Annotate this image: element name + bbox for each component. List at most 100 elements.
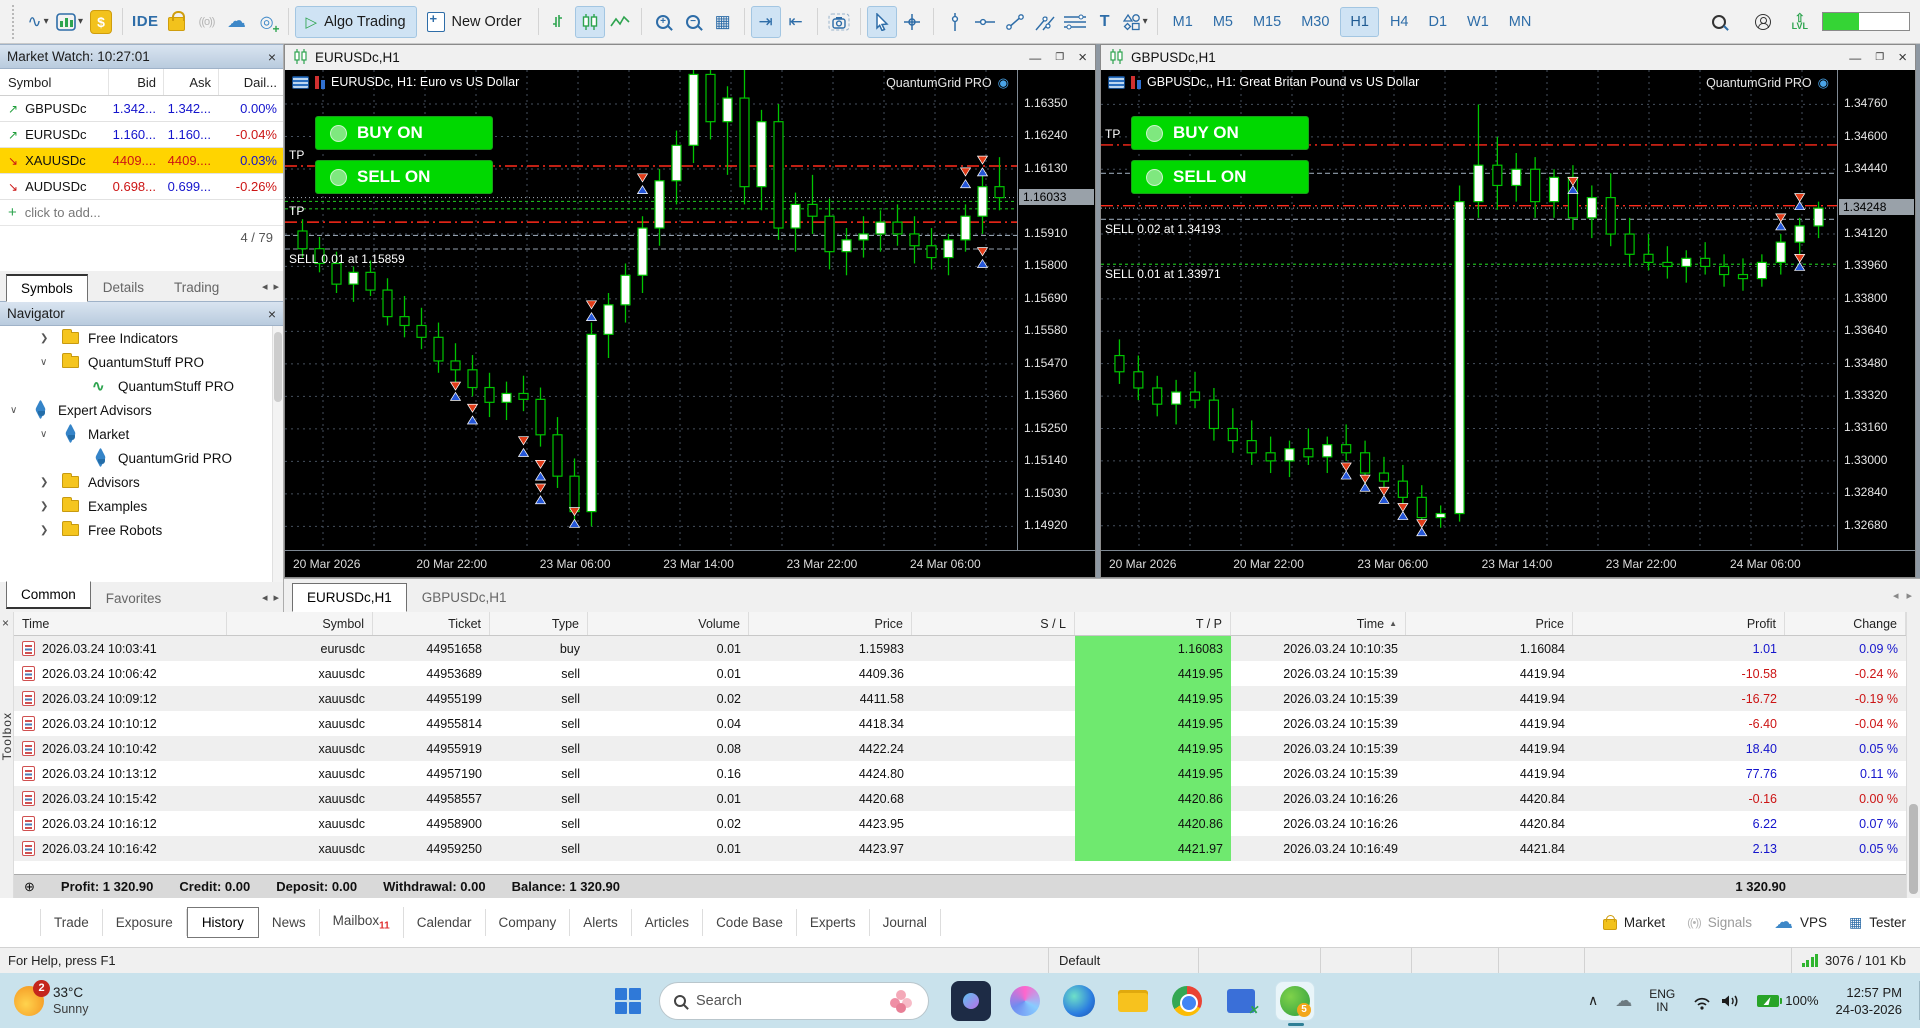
toolbox-tab-calendar[interactable]: Calendar	[404, 909, 486, 936]
history-row[interactable]: 2026.03.24 10:16:42 xauusdc 44959250 sell 0.…	[14, 836, 1906, 861]
market-watch-add-row[interactable]: + click to add...	[0, 200, 283, 225]
history-column-header-type[interactable]: Type	[490, 612, 588, 635]
timeframe-w1[interactable]: W1	[1458, 8, 1498, 36]
tab-favorites[interactable]: Favorites	[91, 585, 177, 612]
taskbar-clock[interactable]: 12:57 PM 24-03-2026	[1836, 984, 1903, 1018]
zoom-out-button[interactable]: −	[678, 6, 708, 38]
history-column-header-price[interactable]: Price	[749, 612, 912, 635]
taskbar-search[interactable]: Search	[659, 981, 929, 1020]
text-tool-button[interactable]: T	[1090, 6, 1120, 38]
navigator-item-quantumstuff-pro[interactable]: ∨ QuantumStuff PRO	[0, 350, 283, 374]
panel-button-signals[interactable]: ((•)) Signals	[1687, 915, 1752, 930]
column-header[interactable]: Symbol	[0, 75, 108, 90]
taskbar-app-chrome[interactable]	[1167, 981, 1207, 1021]
collapse-icon[interactable]: ∨	[40, 429, 47, 440]
taskbar-app-file-explorer[interactable]	[1113, 981, 1153, 1021]
navigator-scrollbar[interactable]	[272, 326, 283, 582]
close-icon[interactable]: ×	[268, 306, 276, 322]
navigator-item-free-indicators[interactable]: ❯ Free Indicators	[0, 326, 283, 350]
new-order-button[interactable]: New Order	[417, 6, 532, 38]
toolbox-tab-articles[interactable]: Articles	[632, 909, 704, 936]
history-row[interactable]: 2026.03.24 10:10:12 xauusdc 44955814 sell 0.…	[14, 711, 1906, 736]
restore-button[interactable]: ❐	[1055, 52, 1064, 63]
market-watch-row[interactable]: ↗ EURUSDc 1.160... 1.160... -0.04%	[0, 122, 283, 148]
history-column-header-price[interactable]: Price	[1406, 612, 1573, 635]
bar-chart-mode-button[interactable]	[545, 6, 575, 38]
chart-profiles-button[interactable]: ▾	[53, 6, 86, 38]
market-button[interactable]	[162, 6, 192, 38]
column-header[interactable]: Ask	[163, 69, 218, 95]
history-column-header-ticket[interactable]: Ticket	[373, 612, 490, 635]
expand-icon[interactable]: ❯	[40, 477, 48, 488]
navigator-item-advisors[interactable]: ❯ Advisors	[0, 470, 283, 494]
market-watch-row[interactable]: ↗ GBPUSDc 1.342... 1.342... 0.00%	[0, 96, 283, 122]
minimize-button[interactable]: —	[1029, 51, 1041, 65]
history-row[interactable]: 2026.03.24 10:13:12 xauusdc 44957190 sell 0.…	[14, 761, 1906, 786]
plus-circle-icon[interactable]: ⊕	[24, 879, 35, 895]
tray-expand-icon[interactable]: ∧	[1588, 992, 1598, 1009]
channel-tool-button[interactable]	[1030, 6, 1060, 38]
history-column-header-t-p[interactable]: T / P	[1075, 612, 1231, 635]
chart-window-titlebar[interactable]: GBPUSDc,H1 — ❐ ×	[1101, 45, 1915, 71]
algo-trading-button[interactable]: ▷ Algo Trading	[294, 5, 417, 38]
timeframe-h1[interactable]: H1	[1340, 6, 1379, 37]
trendline-tool-button[interactable]	[1000, 6, 1030, 38]
chart-plot-gbpusd[interactable]: TP SELL 0.02 at 1.34193 SELL 0.01 at 1.339…	[1101, 70, 1837, 551]
navigator-item-quantumgrid-pro[interactable]: QuantumGrid PRO	[0, 446, 283, 470]
profile-selector[interactable]: Default	[1048, 948, 1198, 973]
navigator-item-examples[interactable]: ❯ Examples	[0, 494, 283, 518]
toolbox-tab-history[interactable]: History	[186, 907, 259, 938]
auto-scroll-button[interactable]: ⇥	[750, 5, 781, 38]
history-column-header-time[interactable]: Time	[14, 612, 227, 635]
tab-scroll-arrows[interactable]: ◂ ▸	[262, 280, 279, 293]
close-button[interactable]: ×	[1078, 49, 1087, 66]
wifi-volume-icons[interactable]	[1692, 992, 1740, 1010]
close-icon[interactable]: ×	[2, 616, 9, 630]
toolbox-tab-experts[interactable]: Experts	[797, 909, 870, 936]
toolbox-tab-alerts[interactable]: Alerts	[570, 909, 632, 936]
weather-widget[interactable]: 2 33°C Sunny	[0, 979, 200, 1017]
toolbox-tab-trade[interactable]: Trade	[40, 909, 103, 936]
chart-window-titlebar[interactable]: EURUSDc,H1 — ❐ ×	[285, 45, 1095, 71]
history-column-header-change[interactable]: Change	[1785, 612, 1906, 635]
taskbar-app-remote-desktop[interactable]	[1221, 981, 1261, 1021]
taskbar-app-metatrader5[interactable]	[1275, 980, 1315, 1026]
market-watch-row[interactable]: ↘ AUDUSDc 0.698... 0.699... -0.26%	[0, 174, 283, 200]
timeframe-h4[interactable]: H4	[1381, 8, 1418, 36]
panel-button-tester[interactable]: ▦ Tester	[1849, 914, 1906, 931]
close-icon[interactable]: ×	[268, 49, 276, 65]
tab-trading[interactable]: Trading	[159, 274, 234, 301]
toolbox-tab-company[interactable]: Company	[486, 909, 571, 936]
toolbox-tab-exposure[interactable]: Exposure	[103, 909, 187, 936]
signals-button[interactable]: ((o))	[192, 6, 222, 38]
navigator-item-free-robots[interactable]: ❯ Free Robots	[0, 518, 283, 542]
history-row[interactable]: 2026.03.24 10:16:12 xauusdc 44958900 sell 0.…	[14, 811, 1906, 836]
timeframe-m5[interactable]: M5	[1204, 8, 1242, 36]
cloud-button[interactable]: ☁	[222, 6, 252, 38]
tile-windows-button[interactable]: ▦	[708, 6, 738, 38]
market-watch-row[interactable]: ↘ XAUUSDc 4409.... 4409.... 0.03%	[0, 148, 283, 174]
search-button[interactable]	[1704, 6, 1734, 38]
sell-on-button[interactable]: SELL ON	[1131, 160, 1309, 195]
onedrive-icon[interactable]: ☁	[1615, 991, 1632, 1011]
column-header[interactable]: Bid	[108, 69, 163, 95]
line-chart-mode-button[interactable]	[605, 6, 635, 38]
chart-plot-eurusd[interactable]: TP TP SELL 0.01 at 1.15859 EURUSDc, H1: Eur…	[285, 56, 1017, 551]
deposit-button[interactable]: $	[86, 6, 116, 38]
collapse-icon[interactable]: ∨	[10, 405, 17, 416]
panel-button-vps[interactable]: ☁ VPS	[1774, 911, 1827, 934]
history-column-header-profit[interactable]: Profit	[1573, 612, 1785, 635]
timeframe-m30[interactable]: M30	[1292, 8, 1338, 36]
toolbox-tab-journal[interactable]: Journal	[870, 909, 941, 936]
history-column-header-volume[interactable]: Volume	[588, 612, 749, 635]
taskbar-app-edge[interactable]	[1059, 981, 1099, 1021]
tab-common[interactable]: Common	[6, 581, 91, 609]
column-header[interactable]: Dail...	[218, 69, 284, 95]
candlestick-mode-button[interactable]	[574, 5, 605, 38]
toolbox-tab-mailbox[interactable]: Mailbox11	[320, 907, 404, 938]
battery-indicator[interactable]: 100%	[1757, 993, 1819, 1008]
expand-icon[interactable]: ❯	[40, 501, 48, 512]
history-row[interactable]: 2026.03.24 10:15:42 xauusdc 44958557 sell 0.…	[14, 786, 1906, 811]
history-row[interactable]: 2026.03.24 10:09:12 xauusdc 44955199 sell 0.…	[14, 686, 1906, 711]
sell-on-button[interactable]: SELL ON	[315, 160, 493, 195]
